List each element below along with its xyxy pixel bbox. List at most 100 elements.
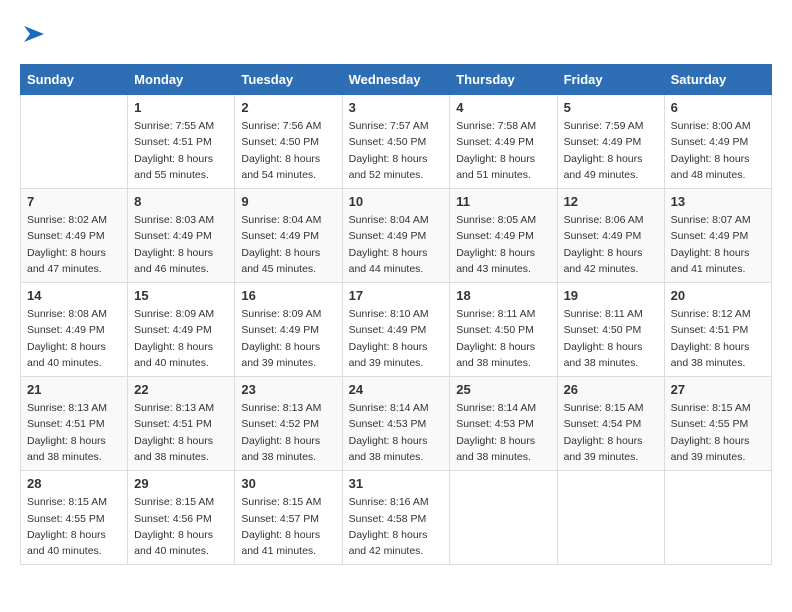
- calendar-cell: 10Sunrise: 8:04 AM Sunset: 4:49 PM Dayli…: [342, 189, 450, 283]
- calendar-week-row: 21 Sunrise: 8:13 AM Sunset: 4:51 PM Dayli…: [21, 377, 772, 471]
- day-number: 3: [349, 100, 444, 115]
- weekday-header-friday: Friday: [557, 65, 664, 95]
- calendar-cell: 18 Sunrise: 8:11 AM Sunset: 4:50 PM Dayli…: [450, 283, 557, 377]
- weekday-header-wednesday: Wednesday: [342, 65, 450, 95]
- day-number: 21: [27, 382, 121, 397]
- day-info: Sunrise: 7:59 AM Sunset: 4:49 PM Dayligh…: [564, 118, 658, 183]
- calendar-cell: [557, 471, 664, 565]
- day-info: Sunrise: 8:04 AM Sunset: 4:49 PM Dayligh…: [241, 212, 335, 277]
- day-number: 19: [564, 288, 658, 303]
- calendar-cell: 27 Sunrise: 8:15 AM Sunset: 4:55 PM Dayli…: [664, 377, 771, 471]
- day-number: 24: [349, 382, 444, 397]
- calendar-cell: 13 Sunrise: 8:07 AM Sunset: 4:49 PM Dayli…: [664, 189, 771, 283]
- calendar-cell: 26 Sunrise: 8:15 AM Sunset: 4:54 PM Dayli…: [557, 377, 664, 471]
- calendar-cell: 19 Sunrise: 8:11 AM Sunset: 4:50 PM Dayli…: [557, 283, 664, 377]
- day-number: 27: [671, 382, 765, 397]
- calendar-cell: 8 Sunrise: 8:03 AM Sunset: 4:49 PM Daylig…: [128, 189, 235, 283]
- day-info: Sunrise: 8:06 AM Sunset: 4:49 PM Dayligh…: [564, 212, 658, 277]
- day-info: Sunrise: 8:08 AM Sunset: 4:49 PM Dayligh…: [27, 306, 121, 371]
- page-header: [20, 20, 772, 48]
- day-number: 25: [456, 382, 550, 397]
- day-info: Sunrise: 8:07 AM Sunset: 4:49 PM Dayligh…: [671, 212, 765, 277]
- calendar-cell: 1 Sunrise: 7:55 AM Sunset: 4:51 PM Daylig…: [128, 95, 235, 189]
- day-info: Sunrise: 7:57 AM Sunset: 4:50 PM Dayligh…: [349, 118, 444, 183]
- day-number: 15: [134, 288, 228, 303]
- day-number: 14: [27, 288, 121, 303]
- day-info: Sunrise: 8:15 AM Sunset: 4:55 PM Dayligh…: [671, 400, 765, 465]
- day-info: Sunrise: 8:13 AM Sunset: 4:51 PM Dayligh…: [134, 400, 228, 465]
- calendar-cell: 11 Sunrise: 8:05 AM Sunset: 4:49 PM Dayli…: [450, 189, 557, 283]
- day-info: Sunrise: 8:09 AM Sunset: 4:49 PM Dayligh…: [134, 306, 228, 371]
- day-number: 4: [456, 100, 550, 115]
- calendar-cell: 21 Sunrise: 8:13 AM Sunset: 4:51 PM Dayli…: [21, 377, 128, 471]
- day-number: 5: [564, 100, 658, 115]
- calendar-cell: 16Sunrise: 8:09 AM Sunset: 4:49 PM Dayli…: [235, 283, 342, 377]
- calendar-cell: 23Sunrise: 8:13 AM Sunset: 4:52 PM Dayli…: [235, 377, 342, 471]
- day-number: 2: [241, 100, 335, 115]
- day-info: Sunrise: 8:16 AM Sunset: 4:58 PM Dayligh…: [349, 494, 444, 559]
- day-info: Sunrise: 8:03 AM Sunset: 4:49 PM Dayligh…: [134, 212, 228, 277]
- day-info: Sunrise: 8:11 AM Sunset: 4:50 PM Dayligh…: [456, 306, 550, 371]
- calendar-cell: 4 Sunrise: 7:58 AM Sunset: 4:49 PM Daylig…: [450, 95, 557, 189]
- calendar-cell: 9 Sunrise: 8:04 AM Sunset: 4:49 PM Daylig…: [235, 189, 342, 283]
- weekday-header-sunday: Sunday: [21, 65, 128, 95]
- day-info: Sunrise: 8:02 AM Sunset: 4:49 PM Dayligh…: [27, 212, 121, 277]
- day-info: Sunrise: 7:55 AM Sunset: 4:51 PM Dayligh…: [134, 118, 228, 183]
- day-number: 6: [671, 100, 765, 115]
- day-number: 11: [456, 194, 550, 209]
- day-info: Sunrise: 7:58 AM Sunset: 4:49 PM Dayligh…: [456, 118, 550, 183]
- calendar-header-row: SundayMondayTuesdayWednesdayThursdayFrid…: [21, 65, 772, 95]
- calendar-cell: 15 Sunrise: 8:09 AM Sunset: 4:49 PM Dayli…: [128, 283, 235, 377]
- weekday-header-thursday: Thursday: [450, 65, 557, 95]
- day-number: 30: [241, 476, 335, 491]
- day-number: 20: [671, 288, 765, 303]
- day-number: 7: [27, 194, 121, 209]
- calendar-cell: 2 Sunrise: 7:56 AM Sunset: 4:50 PM Daylig…: [235, 95, 342, 189]
- calendar-cell: 28Sunrise: 8:15 AM Sunset: 4:55 PM Dayli…: [21, 471, 128, 565]
- calendar-cell: 6 Sunrise: 8:00 AM Sunset: 4:49 PM Daylig…: [664, 95, 771, 189]
- day-number: 12: [564, 194, 658, 209]
- day-number: 16: [241, 288, 335, 303]
- day-info: Sunrise: 8:15 AM Sunset: 4:56 PM Dayligh…: [134, 494, 228, 559]
- calendar-cell: 24 Sunrise: 8:14 AM Sunset: 4:53 PM Dayli…: [342, 377, 450, 471]
- calendar-cell: 30Sunrise: 8:15 AM Sunset: 4:57 PM Dayli…: [235, 471, 342, 565]
- day-number: 31: [349, 476, 444, 491]
- day-info: Sunrise: 8:15 AM Sunset: 4:55 PM Dayligh…: [27, 494, 121, 559]
- day-info: Sunrise: 8:11 AM Sunset: 4:50 PM Dayligh…: [564, 306, 658, 371]
- day-info: Sunrise: 8:05 AM Sunset: 4:49 PM Dayligh…: [456, 212, 550, 277]
- calendar-cell: 31 Sunrise: 8:16 AM Sunset: 4:58 PM Dayli…: [342, 471, 450, 565]
- day-info: Sunrise: 8:13 AM Sunset: 4:52 PM Dayligh…: [241, 400, 335, 465]
- day-number: 9: [241, 194, 335, 209]
- calendar-cell: [21, 95, 128, 189]
- day-number: 8: [134, 194, 228, 209]
- day-number: 1: [134, 100, 228, 115]
- day-info: Sunrise: 8:14 AM Sunset: 4:53 PM Dayligh…: [349, 400, 444, 465]
- day-number: 22: [134, 382, 228, 397]
- logo-arrow-icon: [20, 20, 48, 48]
- calendar-week-row: 1 Sunrise: 7:55 AM Sunset: 4:51 PM Daylig…: [21, 95, 772, 189]
- day-info: Sunrise: 7:56 AM Sunset: 4:50 PM Dayligh…: [241, 118, 335, 183]
- calendar-week-row: 14 Sunrise: 8:08 AM Sunset: 4:49 PM Dayli…: [21, 283, 772, 377]
- day-number: 26: [564, 382, 658, 397]
- day-number: 29: [134, 476, 228, 491]
- calendar-cell: 7 Sunrise: 8:02 AM Sunset: 4:49 PM Daylig…: [21, 189, 128, 283]
- day-info: Sunrise: 8:12 AM Sunset: 4:51 PM Dayligh…: [671, 306, 765, 371]
- calendar-table: SundayMondayTuesdayWednesdayThursdayFrid…: [20, 64, 772, 565]
- calendar-cell: 5 Sunrise: 7:59 AM Sunset: 4:49 PM Daylig…: [557, 95, 664, 189]
- day-info: Sunrise: 8:15 AM Sunset: 4:54 PM Dayligh…: [564, 400, 658, 465]
- day-number: 13: [671, 194, 765, 209]
- day-info: Sunrise: 8:00 AM Sunset: 4:49 PM Dayligh…: [671, 118, 765, 183]
- weekday-header-tuesday: Tuesday: [235, 65, 342, 95]
- logo: [20, 20, 48, 48]
- day-number: 10: [349, 194, 444, 209]
- calendar-cell: 20 Sunrise: 8:12 AM Sunset: 4:51 PM Dayli…: [664, 283, 771, 377]
- day-info: Sunrise: 8:13 AM Sunset: 4:51 PM Dayligh…: [27, 400, 121, 465]
- calendar-cell: 29 Sunrise: 8:15 AM Sunset: 4:56 PM Dayli…: [128, 471, 235, 565]
- calendar-week-row: 28Sunrise: 8:15 AM Sunset: 4:55 PM Dayli…: [21, 471, 772, 565]
- calendar-cell: 12 Sunrise: 8:06 AM Sunset: 4:49 PM Dayli…: [557, 189, 664, 283]
- weekday-header-monday: Monday: [128, 65, 235, 95]
- day-number: 18: [456, 288, 550, 303]
- weekday-header-saturday: Saturday: [664, 65, 771, 95]
- calendar-cell: [664, 471, 771, 565]
- calendar-cell: 14 Sunrise: 8:08 AM Sunset: 4:49 PM Dayli…: [21, 283, 128, 377]
